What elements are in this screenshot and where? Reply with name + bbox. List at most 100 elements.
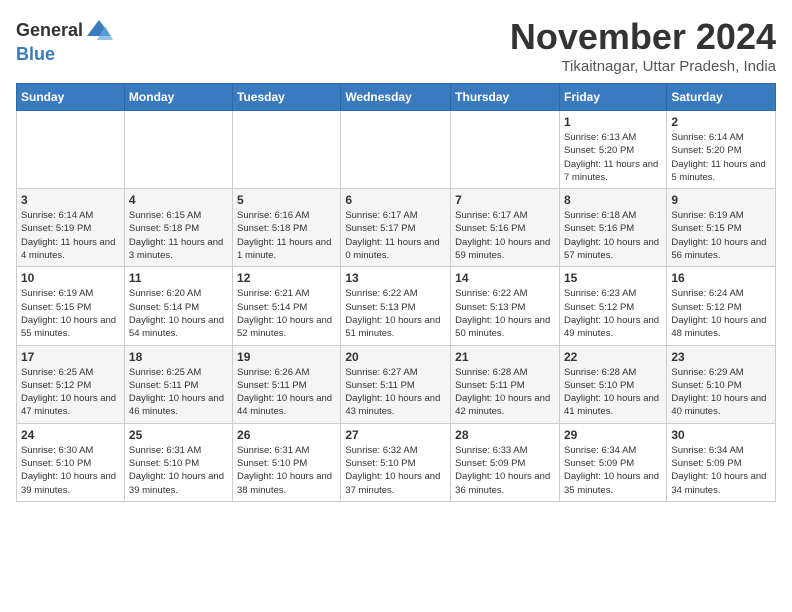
day-number: 14 bbox=[455, 271, 555, 285]
calendar-cell bbox=[124, 111, 232, 189]
day-info: Sunrise: 6:27 AM Sunset: 5:11 PM Dayligh… bbox=[345, 366, 446, 419]
day-info: Sunrise: 6:31 AM Sunset: 5:10 PM Dayligh… bbox=[129, 444, 228, 497]
calendar-cell bbox=[17, 111, 125, 189]
calendar-cell: 28 Sunrise: 6:33 AM Sunset: 5:09 PM Dayli… bbox=[451, 423, 560, 501]
day-info: Sunrise: 6:30 AM Sunset: 5:10 PM Dayligh… bbox=[21, 444, 120, 497]
calendar-cell: 20 Sunrise: 6:27 AM Sunset: 5:11 PM Dayli… bbox=[341, 345, 451, 423]
calendar-table: SundayMondayTuesdayWednesdayThursdayFrid… bbox=[16, 83, 776, 502]
day-number: 22 bbox=[564, 350, 662, 364]
day-info: Sunrise: 6:20 AM Sunset: 5:14 PM Dayligh… bbox=[129, 287, 228, 340]
day-info: Sunrise: 6:22 AM Sunset: 5:13 PM Dayligh… bbox=[455, 287, 555, 340]
day-info: Sunrise: 6:25 AM Sunset: 5:12 PM Dayligh… bbox=[21, 366, 120, 419]
calendar-week-row: 24 Sunrise: 6:30 AM Sunset: 5:10 PM Dayli… bbox=[17, 423, 776, 501]
calendar-cell: 10Sunrise: 6:19 AM Sunset: 5:15 PM Dayli… bbox=[17, 267, 125, 345]
day-info: Sunrise: 6:16 AM Sunset: 5:18 PM Dayligh… bbox=[237, 209, 336, 262]
calendar-cell: 8 Sunrise: 6:18 AM Sunset: 5:16 PM Daylig… bbox=[559, 189, 666, 267]
weekday-header-sunday: Sunday bbox=[17, 84, 125, 111]
day-info: Sunrise: 6:19 AM Sunset: 5:15 PM Dayligh… bbox=[21, 287, 120, 340]
day-number: 16 bbox=[671, 271, 771, 285]
weekday-header-row: SundayMondayTuesdayWednesdayThursdayFrid… bbox=[17, 84, 776, 111]
day-number: 7 bbox=[455, 193, 555, 207]
day-number: 18 bbox=[129, 350, 228, 364]
day-number: 24 bbox=[21, 428, 120, 442]
day-info: Sunrise: 6:17 AM Sunset: 5:17 PM Dayligh… bbox=[345, 209, 446, 262]
calendar-cell bbox=[233, 111, 341, 189]
logo-icon bbox=[85, 16, 113, 44]
calendar-cell: 5 Sunrise: 6:16 AM Sunset: 5:18 PM Daylig… bbox=[233, 189, 341, 267]
calendar-cell: 16 Sunrise: 6:24 AM Sunset: 5:12 PM Dayli… bbox=[667, 267, 776, 345]
day-number: 30 bbox=[671, 428, 771, 442]
day-number: 11 bbox=[129, 271, 228, 285]
calendar-week-row: 17 Sunrise: 6:25 AM Sunset: 5:12 PM Dayli… bbox=[17, 345, 776, 423]
calendar-week-row: 3Sunrise: 6:14 AM Sunset: 5:19 PM Daylig… bbox=[17, 189, 776, 267]
calendar-week-row: 1 Sunrise: 6:13 AM Sunset: 5:20 PM Daylig… bbox=[17, 111, 776, 189]
day-info: Sunrise: 6:34 AM Sunset: 5:09 PM Dayligh… bbox=[564, 444, 662, 497]
calendar-cell: 14 Sunrise: 6:22 AM Sunset: 5:13 PM Dayli… bbox=[451, 267, 560, 345]
day-info: Sunrise: 6:18 AM Sunset: 5:16 PM Dayligh… bbox=[564, 209, 662, 262]
day-number: 12 bbox=[237, 271, 336, 285]
day-info: Sunrise: 6:32 AM Sunset: 5:10 PM Dayligh… bbox=[345, 444, 446, 497]
day-info: Sunrise: 6:25 AM Sunset: 5:11 PM Dayligh… bbox=[129, 366, 228, 419]
day-info: Sunrise: 6:28 AM Sunset: 5:10 PM Dayligh… bbox=[564, 366, 662, 419]
day-number: 26 bbox=[237, 428, 336, 442]
day-info: Sunrise: 6:17 AM Sunset: 5:16 PM Dayligh… bbox=[455, 209, 555, 262]
calendar-cell: 21 Sunrise: 6:28 AM Sunset: 5:11 PM Dayli… bbox=[451, 345, 560, 423]
day-number: 5 bbox=[237, 193, 336, 207]
calendar-cell bbox=[451, 111, 560, 189]
day-info: Sunrise: 6:34 AM Sunset: 5:09 PM Dayligh… bbox=[671, 444, 771, 497]
calendar-cell: 3Sunrise: 6:14 AM Sunset: 5:19 PM Daylig… bbox=[17, 189, 125, 267]
month-year-title: November 2024 bbox=[510, 16, 776, 58]
day-number: 2 bbox=[671, 115, 771, 129]
day-info: Sunrise: 6:19 AM Sunset: 5:15 PM Dayligh… bbox=[671, 209, 771, 262]
calendar-cell: 1 Sunrise: 6:13 AM Sunset: 5:20 PM Daylig… bbox=[559, 111, 666, 189]
calendar-cell: 29Sunrise: 6:34 AM Sunset: 5:09 PM Dayli… bbox=[559, 423, 666, 501]
day-info: Sunrise: 6:22 AM Sunset: 5:13 PM Dayligh… bbox=[345, 287, 446, 340]
day-info: Sunrise: 6:33 AM Sunset: 5:09 PM Dayligh… bbox=[455, 444, 555, 497]
day-number: 1 bbox=[564, 115, 662, 129]
calendar-cell: 24 Sunrise: 6:30 AM Sunset: 5:10 PM Dayli… bbox=[17, 423, 125, 501]
day-info: Sunrise: 6:14 AM Sunset: 5:20 PM Dayligh… bbox=[671, 131, 771, 184]
location-subtitle: Tikaitnagar, Uttar Pradesh, India bbox=[510, 58, 776, 75]
day-number: 4 bbox=[129, 193, 228, 207]
calendar-cell: 22 Sunrise: 6:28 AM Sunset: 5:10 PM Dayli… bbox=[559, 345, 666, 423]
day-info: Sunrise: 6:26 AM Sunset: 5:11 PM Dayligh… bbox=[237, 366, 336, 419]
weekday-header-wednesday: Wednesday bbox=[341, 84, 451, 111]
logo: General Blue bbox=[16, 16, 113, 65]
calendar-cell: 15 Sunrise: 6:23 AM Sunset: 5:12 PM Dayli… bbox=[559, 267, 666, 345]
calendar-cell: 11 Sunrise: 6:20 AM Sunset: 5:14 PM Dayli… bbox=[124, 267, 232, 345]
calendar-cell: 19 Sunrise: 6:26 AM Sunset: 5:11 PM Dayli… bbox=[233, 345, 341, 423]
day-info: Sunrise: 6:13 AM Sunset: 5:20 PM Dayligh… bbox=[564, 131, 662, 184]
calendar-cell: 27 Sunrise: 6:32 AM Sunset: 5:10 PM Dayli… bbox=[341, 423, 451, 501]
logo-general-text: General bbox=[16, 20, 83, 41]
day-number: 27 bbox=[345, 428, 446, 442]
day-number: 9 bbox=[671, 193, 771, 207]
day-info: Sunrise: 6:24 AM Sunset: 5:12 PM Dayligh… bbox=[671, 287, 771, 340]
day-number: 19 bbox=[237, 350, 336, 364]
calendar-week-row: 10Sunrise: 6:19 AM Sunset: 5:15 PM Dayli… bbox=[17, 267, 776, 345]
weekday-header-saturday: Saturday bbox=[667, 84, 776, 111]
calendar-cell: 9 Sunrise: 6:19 AM Sunset: 5:15 PM Daylig… bbox=[667, 189, 776, 267]
day-info: Sunrise: 6:23 AM Sunset: 5:12 PM Dayligh… bbox=[564, 287, 662, 340]
day-number: 6 bbox=[345, 193, 446, 207]
calendar-cell: 4 Sunrise: 6:15 AM Sunset: 5:18 PM Daylig… bbox=[124, 189, 232, 267]
weekday-header-friday: Friday bbox=[559, 84, 666, 111]
day-info: Sunrise: 6:14 AM Sunset: 5:19 PM Dayligh… bbox=[21, 209, 120, 262]
day-number: 21 bbox=[455, 350, 555, 364]
day-info: Sunrise: 6:29 AM Sunset: 5:10 PM Dayligh… bbox=[671, 366, 771, 419]
weekday-header-monday: Monday bbox=[124, 84, 232, 111]
calendar-cell: 18 Sunrise: 6:25 AM Sunset: 5:11 PM Dayli… bbox=[124, 345, 232, 423]
day-number: 28 bbox=[455, 428, 555, 442]
day-number: 17 bbox=[21, 350, 120, 364]
day-number: 23 bbox=[671, 350, 771, 364]
logo-blue-text: Blue bbox=[16, 44, 55, 65]
day-info: Sunrise: 6:28 AM Sunset: 5:11 PM Dayligh… bbox=[455, 366, 555, 419]
weekday-header-tuesday: Tuesday bbox=[233, 84, 341, 111]
day-info: Sunrise: 6:15 AM Sunset: 5:18 PM Dayligh… bbox=[129, 209, 228, 262]
weekday-header-thursday: Thursday bbox=[451, 84, 560, 111]
day-number: 8 bbox=[564, 193, 662, 207]
day-number: 15 bbox=[564, 271, 662, 285]
day-number: 20 bbox=[345, 350, 446, 364]
calendar-cell: 12Sunrise: 6:21 AM Sunset: 5:14 PM Dayli… bbox=[233, 267, 341, 345]
calendar-cell: 7 Sunrise: 6:17 AM Sunset: 5:16 PM Daylig… bbox=[451, 189, 560, 267]
calendar-cell bbox=[341, 111, 451, 189]
